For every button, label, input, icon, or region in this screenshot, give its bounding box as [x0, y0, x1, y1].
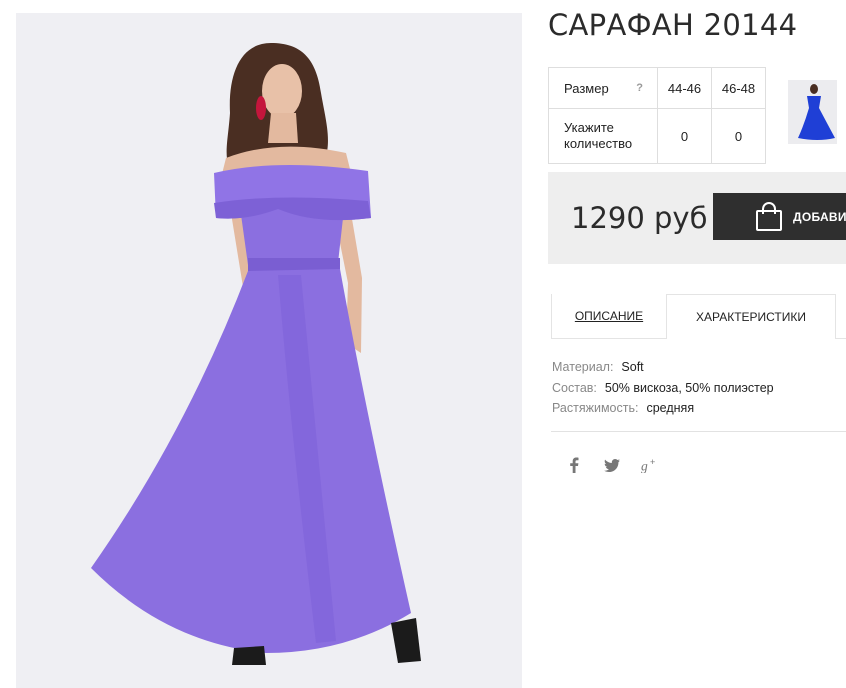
- spec-key: Растяжимость:: [552, 401, 639, 415]
- product-title: САРАФАН 20144: [548, 8, 798, 42]
- quantity-input[interactable]: 0: [657, 108, 712, 164]
- spec-key: Состав:: [552, 380, 597, 395]
- social-share: g +: [565, 456, 659, 474]
- size-label: Размер: [564, 80, 609, 96]
- size-row: Размер ? 44-46 46-48: [548, 67, 766, 109]
- spec-row: Материал: Soft: [552, 357, 774, 378]
- quantity-label-line2: количество: [564, 136, 633, 151]
- size-option: 46-48: [711, 67, 766, 109]
- spec-value: 50% вискоза, 50% полиэстер: [604, 380, 774, 395]
- specs-list: Материал: Soft Состав: 50% вискоза, 50% по…: [552, 357, 774, 419]
- size-help-icon[interactable]: ?: [636, 82, 643, 94]
- spec-value: средняя: [646, 401, 695, 415]
- twitter-icon[interactable]: [603, 456, 621, 474]
- quantity-row: Укажите количество 0 0: [548, 108, 766, 164]
- size-label-cell: Размер ?: [548, 67, 658, 109]
- quantity-label-cell: Укажите количество: [548, 108, 658, 164]
- spec-row: Состав: 50% вискоза, 50% полиэстер: [552, 378, 774, 399]
- thumbnail-illustration: [788, 80, 837, 144]
- shopping-bag-icon: [755, 201, 783, 232]
- quantity-input[interactable]: 0: [711, 108, 766, 164]
- svg-text:g: g: [641, 458, 648, 473]
- spec-key: Материал:: [552, 360, 614, 374]
- google-plus-icon[interactable]: g +: [641, 456, 659, 474]
- product-tabs: ОПИСАНИЕ ХАРАКТЕРИСТИКИ: [551, 294, 846, 339]
- svg-text:+: +: [650, 457, 655, 467]
- spec-row: Растяжимость: средняя: [552, 398, 774, 419]
- tab-description[interactable]: ОПИСАНИЕ: [551, 294, 666, 339]
- add-to-cart-label: ДОБАВИТЬ: [793, 209, 846, 224]
- color-thumbnail[interactable]: [788, 80, 837, 144]
- size-option: 44-46: [657, 67, 712, 109]
- product-photo[interactable]: [16, 13, 522, 688]
- size-quantity-table: Размер ? 44-46 46-48 Укажите количество …: [548, 67, 766, 164]
- facebook-icon[interactable]: [565, 456, 583, 474]
- divider: [551, 431, 846, 432]
- quantity-label-line1: Укажите: [564, 120, 614, 135]
- tabs-baseline: [836, 338, 846, 339]
- add-to-cart-button[interactable]: ДОБАВИТЬ: [713, 193, 846, 240]
- spec-value: Soft: [621, 360, 644, 374]
- product-photo-illustration: [16, 13, 522, 688]
- purchase-panel: 1290 руб ДОБАВИТЬ: [548, 172, 846, 264]
- tab-characteristics[interactable]: ХАРАКТЕРИСТИКИ: [666, 294, 836, 339]
- product-price: 1290 руб: [571, 201, 708, 235]
